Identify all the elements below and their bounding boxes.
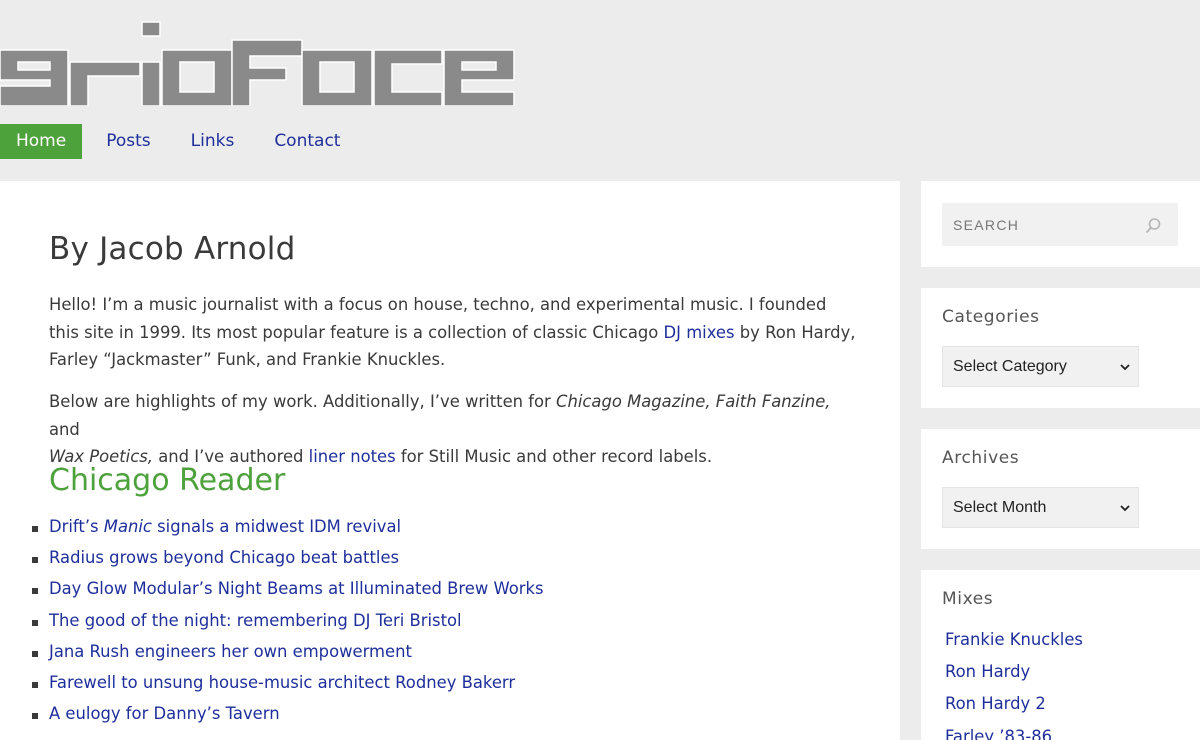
article-list: Drift’s Manic signals a midwest IDM revi… <box>32 517 544 735</box>
article-link[interactable]: The good of the night: remembering DJ Te… <box>49 611 462 630</box>
main-content: By Jacob Arnold Hello! I’m a music journ… <box>0 181 900 740</box>
mix-link[interactable]: Farley ’83-86 <box>945 727 1052 740</box>
list-item: A eulogy for Danny’s Tavern <box>32 704 544 735</box>
highlights-text-1: Below are highlights of my work. Additio… <box>49 392 556 411</box>
intro-paragraph: Hello! I’m a music journalist with a foc… <box>49 291 859 374</box>
publications-emphasis: Chicago Magazine, Faith Fanzine, <box>556 392 831 411</box>
article-link[interactable]: Radius grows beyond Chicago beat battles <box>49 548 399 567</box>
archives-title: Archives <box>942 448 1020 468</box>
list-item: Frankie Knuckles <box>945 630 1083 662</box>
mix-link[interactable]: Frankie Knuckles <box>945 630 1083 649</box>
nav-item-links[interactable]: Links <box>171 124 255 159</box>
article-link[interactable]: Jana Rush engineers her own empowerment <box>49 642 412 661</box>
search-widget <box>921 181 1200 267</box>
list-item: Ron Hardy 2 <box>945 694 1083 726</box>
search-icon[interactable] <box>1144 217 1162 235</box>
categories-widget: Categories Select Category <box>921 288 1200 408</box>
nav-item-contact[interactable]: Contact <box>254 124 360 159</box>
mix-link[interactable]: Ron Hardy 2 <box>945 694 1046 713</box>
page-title: By Jacob Arnold <box>49 231 296 267</box>
categories-title: Categories <box>942 307 1040 327</box>
search-box <box>942 203 1178 246</box>
article-title: Drift’s <box>49 517 104 536</box>
list-item: Farley ’83-86 <box>945 727 1083 740</box>
list-item: Jana Rush engineers her own empowerment <box>32 642 544 673</box>
article-title-rest: signals a midwest IDM revival <box>151 517 402 536</box>
section-heading-chicago-reader: Chicago Reader <box>49 463 286 498</box>
site-header: Home Posts Links Contact <box>0 0 1200 181</box>
archives-select[interactable]: Select Month <box>943 488 1138 527</box>
mix-link[interactable]: Ron Hardy <box>945 662 1030 681</box>
mixes-widget: Mixes Frankie Knuckles Ron Hardy Ron Har… <box>921 570 1200 740</box>
search-input[interactable] <box>942 203 1142 246</box>
article-link[interactable]: A eulogy for Danny’s Tavern <box>49 704 280 723</box>
nav-item-home[interactable]: Home <box>0 124 83 159</box>
list-item: Farewell to unsung house-music architect… <box>32 673 544 704</box>
archives-select-wrapper: Select Month <box>942 487 1139 528</box>
article-link[interactable]: Farewell to unsung house-music architect… <box>49 673 515 692</box>
nav-item-posts[interactable]: Posts <box>86 124 170 159</box>
archives-widget: Archives Select Month <box>921 429 1200 549</box>
liner-notes-link[interactable]: liner notes <box>309 447 396 466</box>
list-item: Radius grows beyond Chicago beat battles <box>32 548 544 579</box>
list-item: The good of the night: remembering DJ Te… <box>32 611 544 642</box>
categories-select[interactable]: Select Category <box>943 347 1138 386</box>
dj-mixes-link[interactable]: DJ mixes <box>664 323 735 342</box>
list-item: Drift’s Manic signals a midwest IDM revi… <box>32 517 544 548</box>
mixes-title: Mixes <box>942 589 994 609</box>
list-item: Day Glow Modular’s Night Beams at Illumi… <box>32 579 544 610</box>
main-nav: Home Posts Links Contact <box>0 124 360 159</box>
site-logo[interactable] <box>0 20 516 106</box>
highlights-text-4: for Still Music and other record labels. <box>395 447 713 466</box>
highlights-paragraph: Below are highlights of my work. Additio… <box>49 388 859 471</box>
article-title-emphasis: Manic <box>103 517 152 536</box>
article-link[interactable]: Drift’s Manic signals a midwest IDM revi… <box>49 517 401 536</box>
article-link[interactable]: Day Glow Modular’s Night Beams at Illumi… <box>49 579 544 598</box>
highlights-text-2: and <box>49 419 80 439</box>
mixes-list: Frankie Knuckles Ron Hardy Ron Hardy 2 F… <box>945 630 1083 740</box>
categories-select-wrapper: Select Category <box>942 346 1139 387</box>
list-item: Ron Hardy <box>945 662 1083 694</box>
